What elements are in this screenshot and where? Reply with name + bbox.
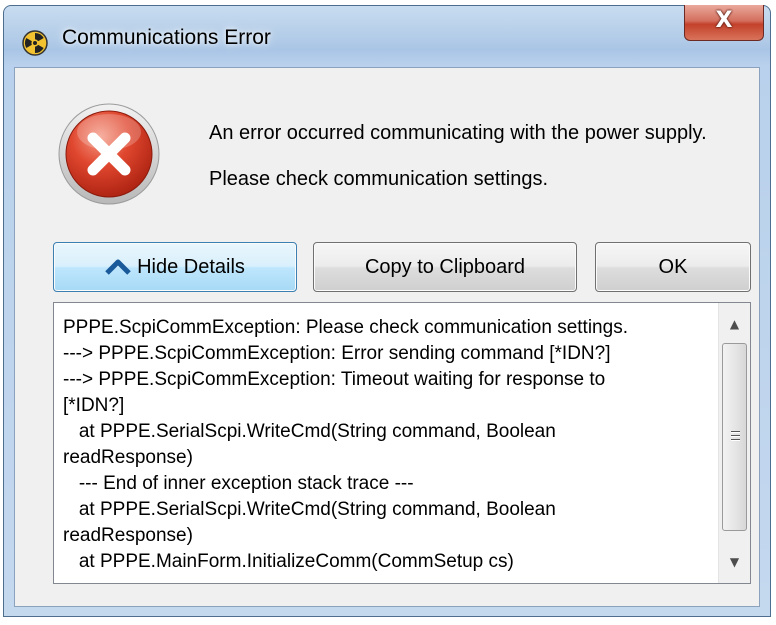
vertical-scrollbar[interactable]: ▲ ▼ (718, 303, 750, 583)
close-button[interactable]: X (684, 5, 764, 41)
chevron-up-icon (105, 259, 131, 275)
hide-details-label: Hide Details (137, 255, 245, 278)
error-icon (58, 103, 160, 205)
details-line: [*IDN?] (63, 395, 125, 416)
details-line: ---> PPPE.ScpiCommException: Timeout wai… (63, 369, 606, 390)
close-icon: X (715, 8, 733, 33)
details-line: PPPE.ScpiCommException: Please check com… (63, 317, 628, 338)
dialog-window: Communications Error X An error occurred… (3, 5, 771, 617)
details-text[interactable]: PPPE.ScpiCommException: Please check com… (63, 315, 713, 575)
hide-details-button[interactable]: Hide Details (53, 242, 297, 292)
details-line: at PPPE.MainForm.InitializeComm(CommSetu… (63, 551, 514, 572)
dialog-body: An error occurred communicating with the… (14, 67, 760, 607)
scroll-up-arrow-icon[interactable]: ▲ (719, 309, 750, 339)
ok-button[interactable]: OK (595, 242, 751, 292)
window-title: Communications Error (62, 26, 271, 49)
details-line: --- End of inner exception stack trace -… (63, 473, 414, 494)
details-textbox[interactable]: PPPE.ScpiCommException: Please check com… (53, 302, 751, 584)
copy-to-clipboard-button[interactable]: Copy to Clipboard (313, 242, 577, 292)
title-bar[interactable]: Communications Error X (4, 5, 770, 68)
copy-label: Copy to Clipboard (364, 255, 526, 278)
ok-label: OK (658, 255, 688, 278)
grip-icon (731, 431, 740, 443)
radiation-icon (22, 30, 48, 56)
error-hint: Please check communication settings. (209, 168, 549, 190)
details-line: readResponse) (63, 525, 193, 546)
details-line: ---> PPPE.ScpiCommException: Error sendi… (63, 343, 611, 364)
scroll-down-arrow-icon[interactable]: ▼ (719, 547, 750, 577)
details-line: readResponse) (63, 447, 193, 468)
details-line: at PPPE.SerialScpi.WriteCmd(String comma… (63, 499, 556, 520)
scroll-thumb[interactable] (722, 343, 747, 531)
error-message: An error occurred communicating with the… (209, 122, 707, 144)
details-line: at PPPE.SerialScpi.WriteCmd(String comma… (63, 421, 556, 442)
